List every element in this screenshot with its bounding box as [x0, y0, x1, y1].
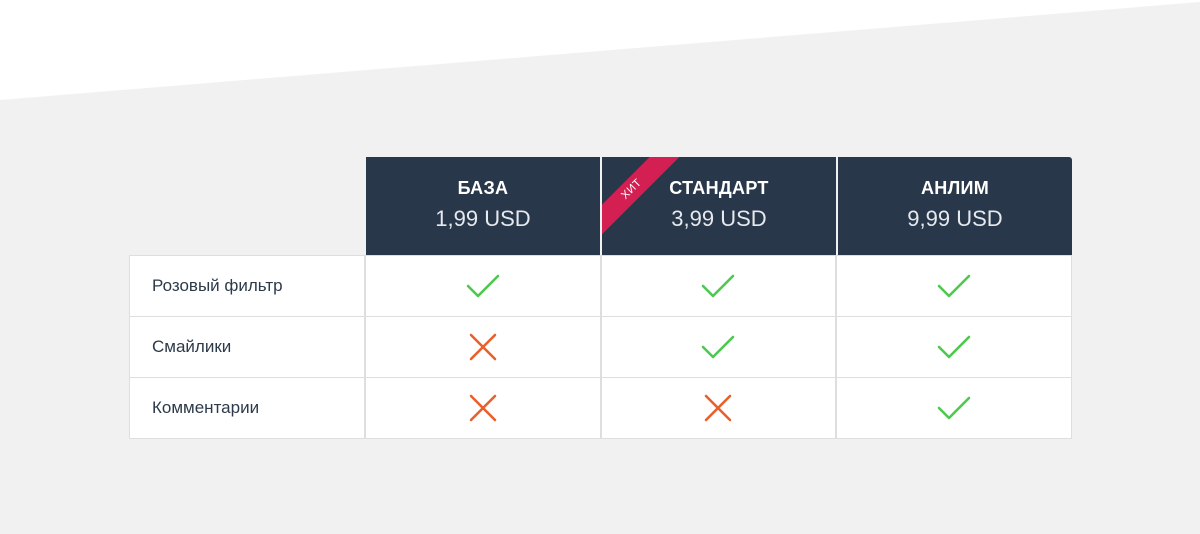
plan-price: 3,99 USD — [671, 206, 767, 231]
check-icon — [937, 335, 971, 359]
pricing-table: БАЗА 1,99 USD ХИТ СТАНДАРТ 3,99 USD АНЛИ… — [129, 157, 1072, 439]
feature-label: Комментарии — [152, 398, 260, 417]
plan-price: 9,99 USD — [907, 206, 1003, 231]
plan-name: БАЗА — [457, 178, 509, 198]
availability-cell — [835, 256, 1071, 316]
check-icon — [701, 335, 735, 359]
availability-cell — [599, 378, 836, 438]
availability-cell — [599, 317, 836, 377]
plan-name: СТАНДАРТ — [669, 178, 769, 198]
cross-icon — [704, 394, 732, 422]
feature-label: Розовый фильтр — [152, 276, 283, 295]
plan-name: АНЛИМ — [920, 178, 990, 198]
plan-header-standard: ХИТ СТАНДАРТ 3,99 USD — [602, 157, 836, 255]
header-spacer — [129, 157, 364, 255]
features-table-body: Розовый фильтр Смайлики Комментарии — [129, 255, 1072, 439]
plans-header-row: БАЗА 1,99 USD ХИТ СТАНДАРТ 3,99 USD АНЛИ… — [129, 157, 1072, 255]
feature-row: Смайлики — [130, 316, 1071, 377]
feature-label: Смайлики — [152, 337, 232, 356]
feature-row: Розовый фильтр — [130, 255, 1071, 316]
availability-cell — [599, 256, 836, 316]
top-white-band — [0, 0, 1200, 100]
plan-header-base: БАЗА 1,99 USD — [366, 157, 600, 255]
check-icon — [937, 396, 971, 420]
availability-cell — [835, 378, 1071, 438]
plan-price: 1,99 USD — [435, 206, 531, 231]
availability-cell — [363, 256, 600, 316]
cross-icon — [469, 394, 497, 422]
availability-cell — [363, 378, 600, 438]
pricing-page: БАЗА 1,99 USD ХИТ СТАНДАРТ 3,99 USD АНЛИ… — [0, 0, 1200, 534]
check-icon — [701, 274, 735, 298]
cross-icon — [469, 333, 497, 361]
check-icon — [937, 274, 971, 298]
availability-cell — [363, 317, 600, 377]
check-icon — [466, 274, 500, 298]
plan-header-unlim: АНЛИМ 9,99 USD — [838, 157, 1072, 255]
feature-row: Комментарии — [130, 377, 1071, 438]
availability-cell — [835, 317, 1071, 377]
